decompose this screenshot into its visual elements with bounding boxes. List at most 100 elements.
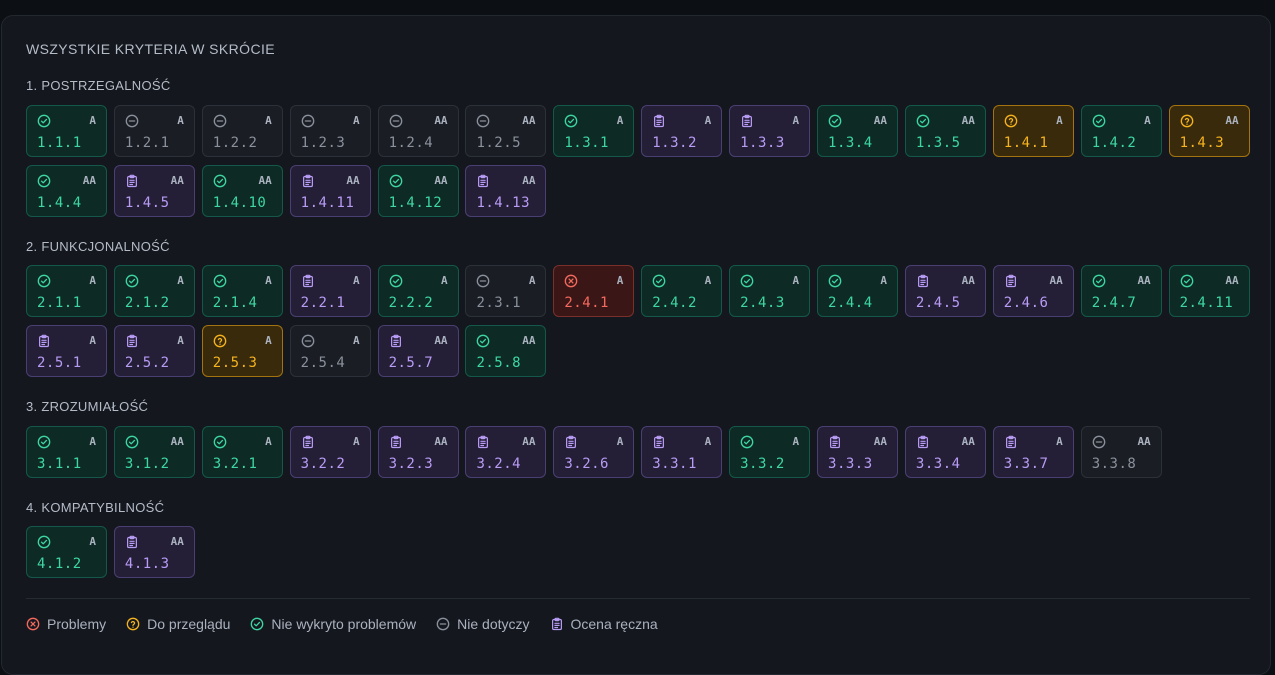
criterion-code: 1.1.1: [37, 135, 82, 151]
criterion-code: 3.2.4: [476, 456, 522, 472]
criterion-level: A: [1056, 114, 1063, 127]
criterion-chip-2-1-1[interactable]: A 2.1.1: [26, 265, 107, 317]
criterion-chip-1-1-1[interactable]: A 1.1.1: [26, 105, 107, 157]
legend-label: Ocena ręczna: [570, 616, 658, 632]
criterion-code: 1.4.2: [1091, 135, 1137, 151]
criterion-chip-1-4-3[interactable]: AA 1.4.3: [1168, 105, 1250, 157]
criterion-level: A: [89, 435, 96, 448]
section-title-understandable: 3. ZROZUMIAŁOŚĆ: [26, 399, 149, 414]
criterion-level: A: [440, 274, 448, 287]
criterion-level: AA: [170, 435, 184, 448]
criterion-level: AA: [522, 435, 536, 448]
criterion-chip-1-3-3[interactable]: A 1.3.3: [729, 105, 811, 157]
criterion-level: AA: [1137, 274, 1151, 287]
criterion-chip-2-2-1[interactable]: A 2.2.1: [289, 265, 371, 317]
criterion-level: A: [353, 435, 360, 448]
criterion-chip-4-1-3[interactable]: AA 4.1.3: [113, 526, 195, 578]
criterion-chip-1-4-12[interactable]: AA 1.4.12: [377, 165, 459, 217]
clipboard-icon: [125, 174, 139, 188]
criterion-chip-3-3-8[interactable]: AA 3.3.8: [1080, 426, 1162, 478]
criterion-chip-1-2-3[interactable]: A 1.2.3: [289, 105, 371, 157]
clipboard-icon: [916, 435, 930, 449]
criterion-code: 3.3.1: [652, 456, 697, 472]
criterion-code: 1.4.12: [388, 195, 443, 211]
criterion-chip-1-4-11[interactable]: AA 1.4.11: [289, 165, 371, 217]
criterion-chip-2-4-7[interactable]: AA 2.4.7: [1080, 265, 1162, 317]
criterion-chip-2-4-4[interactable]: A 2.4.4: [817, 265, 899, 317]
criterion-chip-2-5-1[interactable]: A 2.5.1: [26, 325, 107, 377]
criterion-chip-1-3-5[interactable]: AA 1.3.5: [904, 105, 986, 157]
criterion-level: A: [89, 334, 96, 347]
criterion-chip-2-4-1[interactable]: A 2.4.1: [553, 265, 635, 317]
criterion-chip-2-5-2[interactable]: A 2.5.2: [113, 325, 195, 377]
criterion-chip-3-2-2[interactable]: A 3.2.2: [289, 426, 371, 478]
criterion-chip-2-3-1[interactable]: A 2.3.1: [465, 265, 547, 317]
criterion-code: 2.1.2: [124, 295, 170, 311]
criterion-level: A: [880, 274, 888, 287]
criterion-code: 1.4.13: [476, 195, 531, 211]
criterion-code: 1.2.3: [300, 135, 346, 151]
clipboard-icon: [301, 435, 315, 449]
minus-circle-icon: [476, 274, 490, 288]
criterion-chip-1-3-2[interactable]: A 1.3.2: [641, 105, 723, 157]
clipboard-icon: [125, 334, 139, 348]
criterion-chip-1-4-4[interactable]: AA 1.4.4: [26, 165, 107, 217]
criterion-chip-1-2-5[interactable]: AA 1.2.5: [465, 105, 547, 157]
criterion-chip-2-5-3[interactable]: A 2.5.3: [201, 325, 283, 377]
criterion-chip-2-4-3[interactable]: A 2.4.3: [729, 265, 811, 317]
check-circle-icon: [37, 174, 51, 188]
criterion-level: AA: [961, 114, 975, 127]
criteria-grid-operable: A 2.1.1 A 2.1.2 A 2.1.4 A 2.2.1 A 2.2.2 A 2.3.1 A 2.4…: [26, 265, 1250, 377]
criterion-code: 3.3.8: [1091, 456, 1137, 472]
criterion-chip-2-4-5[interactable]: AA 2.4.5: [904, 265, 986, 317]
check-circle-icon: [37, 535, 51, 549]
criterion-chip-1-4-2[interactable]: A 1.4.2: [1080, 105, 1162, 157]
criterion-chip-2-4-6[interactable]: AA 2.4.6: [992, 265, 1074, 317]
criterion-chip-1-4-1[interactable]: A 1.4.1: [992, 105, 1074, 157]
criterion-chip-2-1-4[interactable]: A 2.1.4: [201, 265, 283, 317]
criterion-chip-3-2-4[interactable]: AA 3.2.4: [465, 426, 547, 478]
criterion-chip-3-1-1[interactable]: A 3.1.1: [26, 426, 107, 478]
criterion-level: A: [265, 435, 272, 448]
criteria-grid-robust: A 4.1.2 AA 4.1.3: [26, 526, 1250, 578]
check-circle-icon: [213, 174, 227, 188]
criterion-level: A: [265, 114, 272, 127]
criterion-chip-3-3-1[interactable]: A 3.3.1: [641, 426, 723, 478]
criterion-chip-2-4-2[interactable]: A 2.4.2: [641, 265, 723, 317]
criterion-chip-1-2-2[interactable]: A 1.2.2: [201, 105, 283, 157]
check-circle-icon: [476, 334, 490, 348]
check-circle-icon: [37, 274, 51, 288]
criterion-chip-3-2-6[interactable]: A 3.2.6: [553, 426, 635, 478]
clipboard-icon: [740, 114, 754, 128]
criterion-chip-3-3-2[interactable]: A 3.3.2: [729, 426, 811, 478]
criterion-chip-1-4-10[interactable]: AA 1.4.10: [201, 165, 283, 217]
criterion-chip-1-2-1[interactable]: A 1.2.1: [113, 105, 195, 157]
criterion-chip-2-2-2[interactable]: A 2.2.2: [377, 265, 459, 317]
check-circle-icon: [828, 114, 842, 128]
criterion-chip-2-5-8[interactable]: AA 2.5.8: [465, 325, 547, 377]
criterion-chip-3-3-3[interactable]: AA 3.3.3: [817, 426, 899, 478]
criterion-chip-3-2-3[interactable]: AA 3.2.3: [377, 426, 459, 478]
criterion-chip-3-3-7[interactable]: A 3.3.7: [992, 426, 1074, 478]
criterion-chip-1-3-1[interactable]: A 1.3.1: [553, 105, 635, 157]
criterion-chip-1-4-13[interactable]: AA 1.4.13: [465, 165, 547, 217]
criterion-chip-1-2-4[interactable]: AA 1.2.4: [377, 105, 459, 157]
criterion-code: 1.3.3: [740, 135, 785, 151]
criterion-chip-2-5-4[interactable]: A 2.5.4: [289, 325, 371, 377]
criterion-code: 4.1.3: [124, 556, 170, 572]
criterion-chip-2-4-11[interactable]: AA 2.4.11: [1168, 265, 1250, 317]
check-circle-icon: [125, 435, 139, 449]
criterion-code: 2.4.3: [740, 295, 785, 311]
criterion-chip-2-5-7[interactable]: AA 2.5.7: [377, 325, 459, 377]
criterion-code: 2.4.5: [915, 295, 961, 311]
criterion-chip-4-1-2[interactable]: A 4.1.2: [26, 526, 107, 578]
criterion-chip-1-3-4[interactable]: AA 1.3.4: [817, 105, 899, 157]
criterion-chip-2-1-2[interactable]: A 2.1.2: [113, 265, 195, 317]
criterion-chip-3-1-2[interactable]: AA 3.1.2: [113, 426, 195, 478]
criterion-level: AA: [434, 174, 448, 187]
criterion-chip-1-4-5[interactable]: AA 1.4.5: [113, 165, 195, 217]
section-title-robust: 4. KOMPATYBILNOŚĆ: [26, 500, 165, 515]
criterion-chip-3-3-4[interactable]: AA 3.3.4: [904, 426, 986, 478]
question-circle-icon: [1180, 114, 1194, 128]
criterion-chip-3-2-1[interactable]: A 3.2.1: [201, 426, 283, 478]
